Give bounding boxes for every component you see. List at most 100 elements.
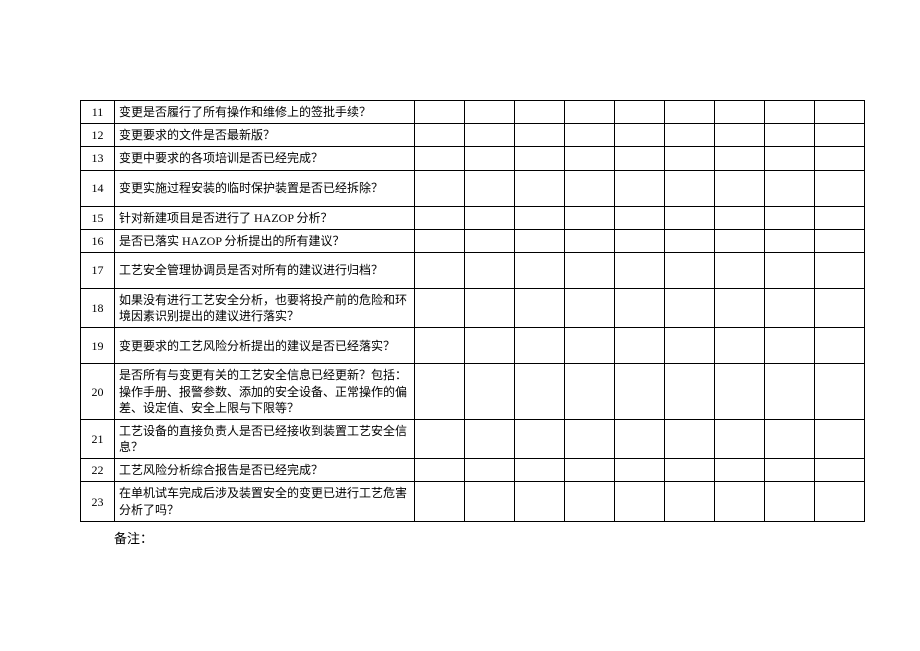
row-number: 17	[81, 252, 115, 288]
row-question: 在单机试车完成后涉及装置安全的变更已进行工艺危害分析了吗？	[115, 482, 415, 521]
row-number: 22	[81, 459, 115, 482]
row-cell	[815, 252, 865, 288]
row-cell	[515, 482, 565, 521]
row-cell	[615, 206, 665, 229]
row-cell	[715, 170, 765, 206]
row-cell	[715, 328, 765, 364]
row-cell	[715, 147, 765, 170]
row-question: 针对新建项目是否进行了 HAZOP 分析？	[115, 206, 415, 229]
row-cell	[565, 252, 615, 288]
table-row: 12变更要求的文件是否最新版？	[81, 124, 865, 147]
table-row: 21工艺设备的直接负责人是否已经接收到装置工艺安全信息？	[81, 419, 865, 458]
row-cell	[565, 364, 615, 420]
row-cell	[665, 364, 715, 420]
row-cell	[615, 482, 665, 521]
row-cell	[815, 170, 865, 206]
row-question: 变更要求的工艺风险分析提出的建议是否已经落实？	[115, 328, 415, 364]
row-cell	[465, 288, 515, 327]
row-cell	[615, 170, 665, 206]
table-row: 19变更要求的工艺风险分析提出的建议是否已经落实？	[81, 328, 865, 364]
row-cell	[515, 252, 565, 288]
row-cell	[415, 101, 465, 124]
row-cell	[765, 170, 815, 206]
row-cell	[565, 328, 615, 364]
table-row: 13变更中要求的各项培训是否已经完成？	[81, 147, 865, 170]
table-row: 23在单机试车完成后涉及装置安全的变更已进行工艺危害分析了吗？	[81, 482, 865, 521]
row-cell	[765, 459, 815, 482]
row-cell	[415, 229, 465, 252]
row-cell	[715, 229, 765, 252]
row-cell	[465, 147, 515, 170]
row-cell	[465, 101, 515, 124]
row-cell	[615, 364, 665, 420]
row-cell	[765, 124, 815, 147]
row-cell	[665, 206, 715, 229]
row-cell	[565, 229, 615, 252]
row-cell	[615, 459, 665, 482]
row-cell	[665, 124, 715, 147]
row-cell	[465, 124, 515, 147]
row-cell	[565, 459, 615, 482]
row-cell	[665, 229, 715, 252]
row-cell	[665, 459, 715, 482]
row-cell	[765, 482, 815, 521]
row-cell	[565, 124, 615, 147]
row-cell	[565, 206, 615, 229]
row-cell	[815, 482, 865, 521]
row-cell	[715, 419, 765, 458]
row-cell	[515, 459, 565, 482]
row-cell	[465, 206, 515, 229]
row-cell	[465, 459, 515, 482]
row-question: 变更要求的文件是否最新版？	[115, 124, 415, 147]
document-page: 11变更是否履行了所有操作和维修上的签批手续？12变更要求的文件是否最新版？13…	[0, 0, 920, 547]
row-cell	[815, 328, 865, 364]
row-cell	[565, 482, 615, 521]
row-cell	[515, 229, 565, 252]
row-cell	[465, 482, 515, 521]
row-cell	[665, 328, 715, 364]
row-cell	[565, 101, 615, 124]
row-cell	[765, 288, 815, 327]
row-cell	[665, 147, 715, 170]
row-cell	[415, 206, 465, 229]
row-cell	[565, 147, 615, 170]
row-cell	[415, 482, 465, 521]
table-row: 16是否已落实 HAZOP 分析提出的所有建议？	[81, 229, 865, 252]
row-cell	[615, 328, 665, 364]
row-question: 如果没有进行工艺安全分析，也要将投产前的危险和环境因素识别提出的建议进行落实？	[115, 288, 415, 327]
row-number: 13	[81, 147, 115, 170]
row-number: 12	[81, 124, 115, 147]
row-cell	[815, 419, 865, 458]
row-cell	[615, 419, 665, 458]
row-cell	[665, 170, 715, 206]
row-cell	[515, 328, 565, 364]
row-cell	[815, 459, 865, 482]
row-cell	[715, 459, 765, 482]
row-cell	[415, 419, 465, 458]
row-cell	[715, 252, 765, 288]
row-cell	[515, 288, 565, 327]
row-number: 15	[81, 206, 115, 229]
row-cell	[665, 252, 715, 288]
row-cell	[715, 124, 765, 147]
row-cell	[815, 147, 865, 170]
row-cell	[615, 288, 665, 327]
row-cell	[765, 364, 815, 420]
row-cell	[515, 147, 565, 170]
checklist-table: 11变更是否履行了所有操作和维修上的签批手续？12变更要求的文件是否最新版？13…	[80, 100, 865, 522]
row-question: 是否所有与变更有关的工艺安全信息已经更新？包括：操作手册、报警参数、添加的安全设…	[115, 364, 415, 420]
table-row: 17工艺安全管理协调员是否对所有的建议进行归档？	[81, 252, 865, 288]
row-cell	[515, 206, 565, 229]
row-cell	[715, 364, 765, 420]
row-cell	[465, 328, 515, 364]
row-number: 19	[81, 328, 115, 364]
row-question: 是否已落实 HAZOP 分析提出的所有建议？	[115, 229, 415, 252]
row-cell	[415, 147, 465, 170]
row-cell	[415, 288, 465, 327]
row-cell	[415, 328, 465, 364]
row-question: 变更实施过程安装的临时保护装置是否已经拆除？	[115, 170, 415, 206]
row-question: 工艺设备的直接负责人是否已经接收到装置工艺安全信息？	[115, 419, 415, 458]
table-row: 18如果没有进行工艺安全分析，也要将投产前的危险和环境因素识别提出的建议进行落实…	[81, 288, 865, 327]
row-question: 工艺风险分析综合报告是否已经完成？	[115, 459, 415, 482]
row-cell	[815, 124, 865, 147]
